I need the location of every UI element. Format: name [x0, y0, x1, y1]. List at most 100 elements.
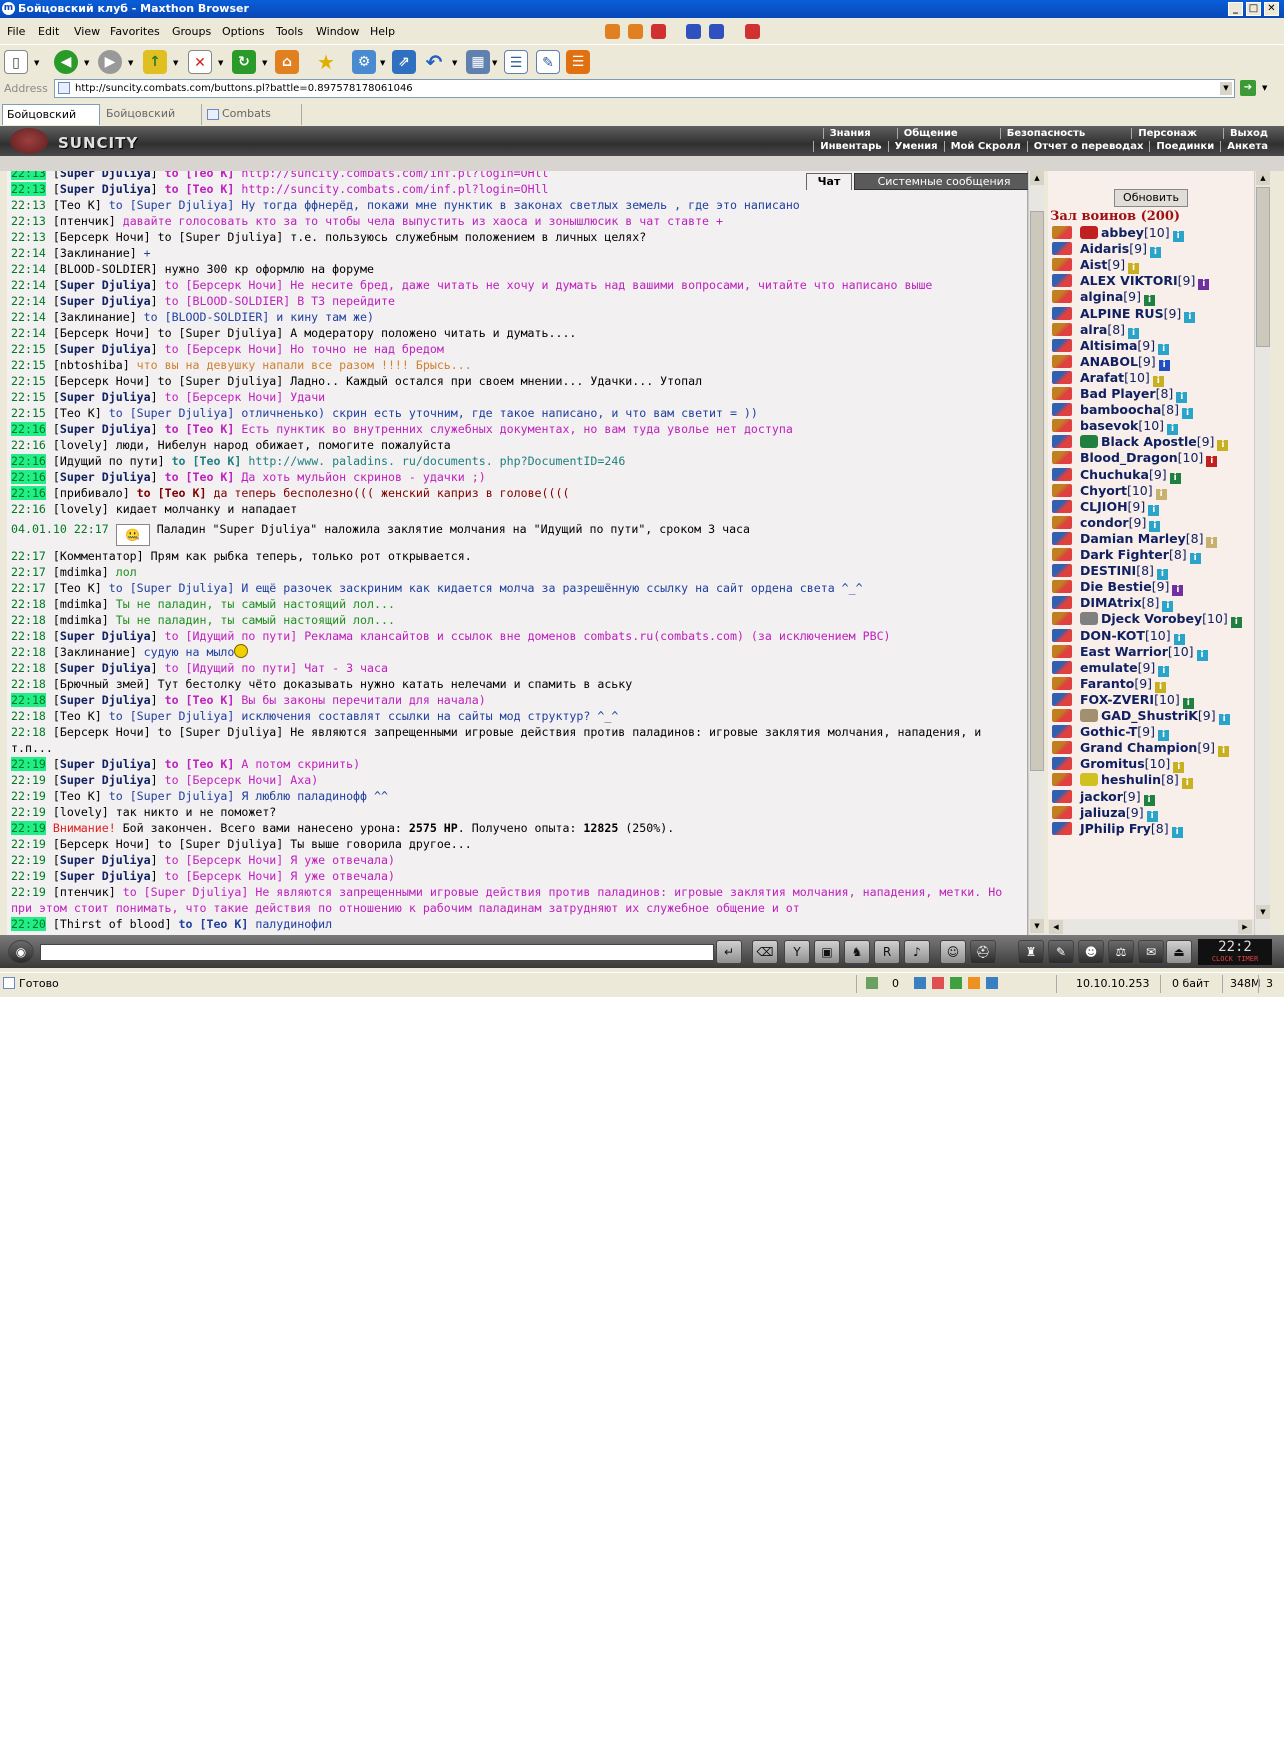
message-time[interactable]: 22:14	[11, 326, 46, 340]
message-time[interactable]: 22:16	[11, 502, 46, 516]
groups-icon[interactable]: ⚙	[352, 50, 376, 74]
message-nick[interactable]: BLOOD-SOLDIER	[60, 262, 151, 276]
warrior-name[interactable]: Bad Player[8] i	[1080, 386, 1188, 403]
nav-battles[interactable]: Поединки	[1149, 141, 1220, 152]
info-icon[interactable]: i	[1172, 585, 1184, 597]
message-time[interactable]: 22:18	[11, 645, 46, 659]
message-time[interactable]: 22:14	[11, 310, 46, 324]
message-recipient[interactable]: to [Teo K]	[179, 917, 249, 931]
menu-file[interactable]: File	[7, 25, 25, 38]
info-icon[interactable]: i	[1169, 472, 1181, 484]
warrior-nick[interactable]: Bad Player	[1080, 386, 1156, 401]
forward-icon[interactable]: ▶	[98, 50, 122, 74]
warrior-nick[interactable]: Dark Fighter	[1080, 547, 1169, 562]
message-time[interactable]: 22:17	[11, 581, 46, 595]
message-recipient[interactable]: to [Берсерк Ночи]	[165, 278, 284, 292]
message-time[interactable]: 22:18	[11, 613, 46, 627]
message-nick[interactable]: Super Djuliya	[60, 278, 151, 292]
private-message-icon[interactable]	[1052, 644, 1072, 658]
warrior-name[interactable]: FOX-ZVERI[10] i	[1080, 692, 1194, 709]
status-icon-1[interactable]	[914, 977, 926, 989]
message-recipient[interactable]: to [Super Djuliya]	[109, 198, 235, 212]
view-icon[interactable]: ▦	[466, 50, 490, 74]
warrior-nick[interactable]: condor	[1080, 515, 1129, 530]
message-nick[interactable]: mdimka	[60, 597, 102, 611]
message-recipient[interactable]: to [Super Djuliya]	[109, 581, 235, 595]
scroll-down-icon[interactable]: ▼	[1030, 919, 1044, 933]
warrior-name[interactable]: Arafat[10] i	[1080, 370, 1164, 387]
warrior-nick[interactable]: East Warrior	[1080, 644, 1168, 659]
warrior-name[interactable]: Altisima[9] i	[1080, 338, 1170, 355]
message-time[interactable]: 22:19	[11, 773, 46, 787]
hscroll-left-icon[interactable]: ◀	[1049, 920, 1063, 934]
hscroll-right-icon[interactable]: ▶	[1238, 920, 1252, 934]
message-nick[interactable]: Thirst of blood	[60, 917, 165, 931]
warrior-name[interactable]: jaliuza[9] i	[1080, 805, 1158, 822]
chat-scrollbar[interactable]: ▲ ▼	[1028, 171, 1044, 935]
message-time[interactable]: 22:15	[11, 342, 46, 356]
tab-chat[interactable]: Чат	[806, 173, 852, 190]
message-recipient[interactable]: to [Teo K]	[165, 422, 235, 436]
undo-icon[interactable]: ↶	[422, 50, 446, 74]
home-icon[interactable]: ⌂	[275, 50, 299, 74]
message-time[interactable]: 22:19	[11, 837, 46, 851]
private-message-icon[interactable]	[1052, 242, 1072, 256]
warrior-nick[interactable]: Chuchuka	[1080, 467, 1149, 482]
private-message-icon[interactable]	[1052, 548, 1072, 561]
screenshot-icon[interactable]: ⇗	[392, 50, 416, 74]
private-message-icon[interactable]	[1052, 354, 1072, 368]
message-nick[interactable]: lovely	[60, 438, 102, 452]
warrior-nick[interactable]: jaliuza	[1080, 805, 1126, 820]
menu-groups[interactable]: Groups	[172, 25, 211, 38]
private-message-icon[interactable]	[1052, 322, 1072, 336]
scroll-up-icon[interactable]: ▲	[1030, 171, 1044, 185]
message-recipient[interactable]: to [Teo K]	[165, 693, 235, 707]
info-icon[interactable]: i	[1198, 279, 1210, 291]
smiley-icon[interactable]: ☺	[940, 940, 966, 964]
warrior-name[interactable]: Black Apostle[9] i	[1080, 434, 1229, 452]
warrior-name[interactable]: abbey[10] i	[1080, 225, 1184, 242]
message-nick[interactable]: Берсерк Ночи	[60, 326, 144, 340]
private-message-icon[interactable]	[1052, 612, 1072, 626]
message-time[interactable]: 22:17	[11, 549, 46, 563]
warrior-name[interactable]: emulate[9] i	[1080, 660, 1170, 677]
popup-block-icon[interactable]	[866, 977, 878, 989]
nav-knowledge[interactable]: Знания	[822, 128, 877, 139]
private-message-icon[interactable]	[1052, 660, 1072, 674]
private-message-icon[interactable]	[1052, 805, 1072, 819]
message-nick[interactable]: lovely	[60, 805, 102, 819]
groups-dropdown-icon[interactable]: ▼	[380, 59, 385, 67]
message-nick[interactable]: nbtoshiba	[60, 358, 123, 372]
warrior-nick[interactable]: CLJIOH	[1080, 499, 1128, 514]
private-message-icon[interactable]	[1052, 483, 1072, 497]
info-icon[interactable]: i	[1181, 778, 1193, 790]
nav-profile[interactable]: Анкета	[1220, 141, 1274, 152]
warrior-nick[interactable]: FOX-ZVERI	[1080, 692, 1154, 707]
info-icon[interactable]: i	[1149, 247, 1161, 259]
warrior-name[interactable]: bamboocha[8] i	[1080, 402, 1193, 420]
nav-exit[interactable]: Выход	[1222, 128, 1274, 139]
message-recipient[interactable]: to [Берсерк Ночи]	[165, 342, 284, 356]
speaker-icon[interactable]: ◉	[8, 940, 34, 964]
restore-tab-icon[interactable]	[709, 24, 724, 39]
message-time[interactable]: 22:13	[11, 171, 46, 180]
message-recipient[interactable]: to [Teo K]	[165, 757, 235, 771]
warrior-nick[interactable]: Arafat	[1080, 370, 1124, 385]
refresh-dropdown-icon[interactable]: ▼	[262, 59, 267, 67]
message-time[interactable]: 22:16	[11, 454, 46, 468]
go-dropdown-icon[interactable]: ▼	[1262, 84, 1267, 92]
warrior-nick[interactable]: jackor	[1080, 789, 1123, 804]
bag-icon[interactable]: ♜	[1018, 940, 1044, 964]
message-recipient[interactable]: to [BLOOD-SOLDIER]	[165, 294, 291, 308]
warrior-nick[interactable]: ANABOL	[1080, 354, 1138, 369]
message-time[interactable]: 22:18	[11, 661, 46, 675]
message-nick[interactable]: птенчик	[60, 214, 109, 228]
next-tab-icon[interactable]	[628, 24, 643, 39]
info-icon[interactable]: i	[1196, 649, 1208, 661]
minimize-button[interactable]: _	[1228, 2, 1243, 16]
message-time[interactable]: 22:15	[11, 406, 46, 420]
info-icon[interactable]: i	[1172, 231, 1184, 242]
message-nick[interactable]: Teo K	[60, 406, 95, 420]
prev-tab-icon[interactable]	[605, 24, 620, 39]
menu-tools[interactable]: Tools	[276, 25, 303, 38]
